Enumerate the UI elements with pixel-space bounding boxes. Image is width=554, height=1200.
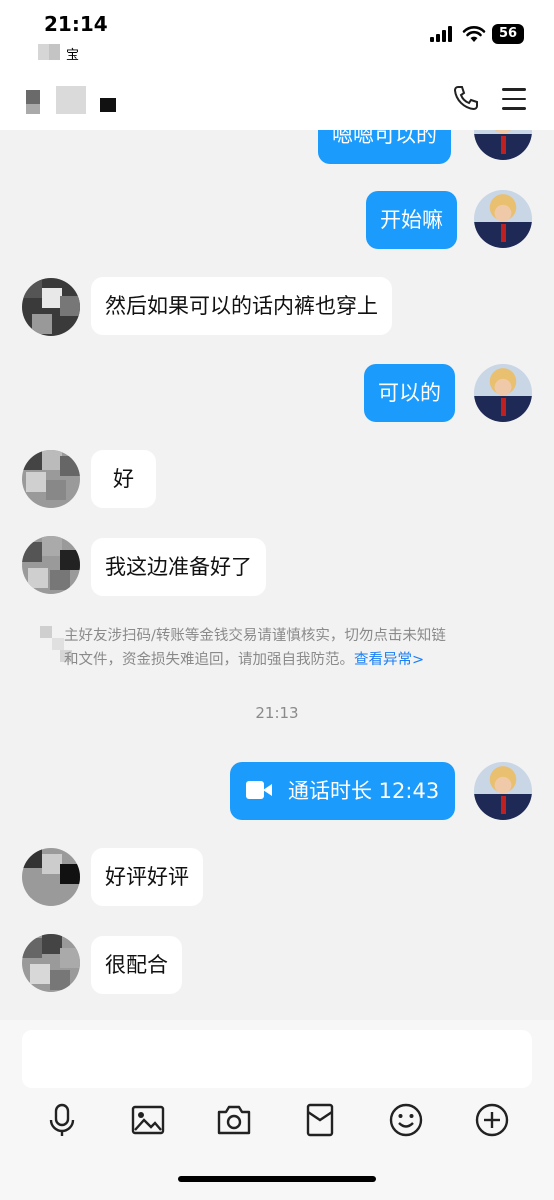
plus-icon[interactable] [472,1100,512,1140]
input-toolbar [0,1100,554,1142]
contact-avatar[interactable] [22,848,80,906]
message-bubble-outgoing[interactable]: 可以的 [364,364,455,422]
message-timestamp: 21:13 [255,704,299,722]
call-record-bubble[interactable]: 通话时长 12:43 [230,762,456,820]
battery-indicator: 56 [492,24,524,44]
status-bar: 21:14 宝 56 [0,0,554,63]
message-bubble-incoming[interactable]: 好评好评 [91,848,203,906]
wifi-icon [462,26,486,42]
microphone-icon[interactable] [42,1100,82,1140]
contact-avatar[interactable] [22,278,80,336]
chat-header [0,62,554,130]
censored-mosaic [38,44,60,60]
emoji-icon[interactable] [386,1100,426,1140]
phone-icon[interactable] [452,84,480,112]
message-bubble-outgoing[interactable]: 开始嘛 [366,191,457,249]
input-area [0,1020,554,1200]
contact-avatar[interactable] [22,450,80,508]
camera-icon[interactable] [214,1100,254,1140]
message-bubble-incoming[interactable]: 然后如果可以的话内裤也穿上 [91,277,392,335]
my-avatar[interactable] [474,130,532,160]
message-bubble-incoming[interactable]: 我这边准备好了 [91,538,266,596]
my-avatar[interactable] [474,762,532,820]
image-icon[interactable] [128,1100,168,1140]
home-indicator [178,1176,376,1182]
signal-icon [430,26,456,42]
message-list[interactable]: 嗯嗯可以的 开始嘛 然后如果可以的话内裤也穿上 可以的 好 我这边准备好了 主好… [0,130,554,1020]
message-bubble-incoming[interactable]: 很配合 [91,936,182,994]
security-notice: 主好友涉扫码/转账等金钱交易请谨慎核实，切勿点击未知链 和文件，资金损失难追回，… [64,624,514,672]
red-packet-icon[interactable] [300,1100,340,1140]
notice-line-2: 和文件，资金损失难追回，请加强自我防范。 [64,652,354,668]
contact-avatar[interactable] [22,934,80,992]
message-bubble-incoming[interactable]: 好 [91,450,156,508]
back-label[interactable]: 宝 [66,44,79,63]
message-bubble-outgoing[interactable]: 嗯嗯可以的 [318,130,451,164]
status-time: 21:14 [44,12,108,36]
my-avatar[interactable] [474,364,532,422]
video-camera-icon [246,781,272,799]
contact-name-mosaic [24,82,120,114]
view-abnormal-link[interactable]: 查看异常> [354,652,424,668]
call-duration-label: 通话时长 12:43 [288,779,440,803]
menu-icon[interactable] [502,88,526,110]
notice-line-1: 主好友涉扫码/转账等金钱交易请谨慎核实，切勿点击未知链 [64,628,446,644]
my-avatar[interactable] [474,190,532,248]
message-input[interactable] [22,1030,532,1088]
contact-avatar[interactable] [22,536,80,594]
